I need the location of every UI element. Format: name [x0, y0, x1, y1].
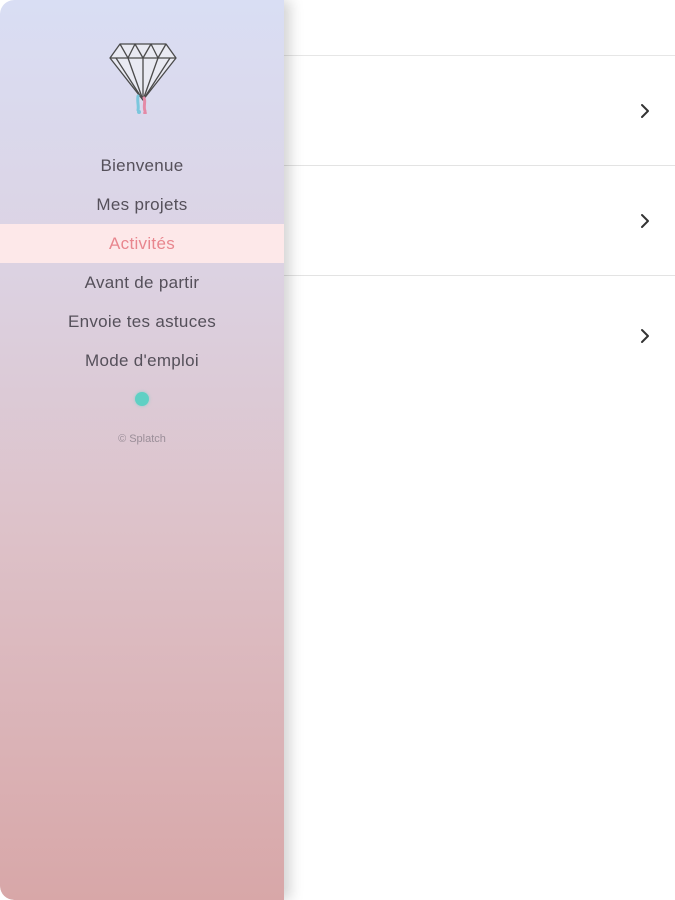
- status-dot-icon: [135, 392, 149, 406]
- menu-item-envoie-tes-astuces[interactable]: Envoie tes astuces: [0, 302, 284, 341]
- menu-item-mes-projets[interactable]: Mes projets: [0, 185, 284, 224]
- menu-item-avant-de-partir[interactable]: Avant de partir: [0, 263, 284, 302]
- menu-item-activites[interactable]: Activités: [0, 224, 284, 263]
- chevron-right-icon: [641, 329, 649, 343]
- diamond-logo: [109, 43, 177, 114]
- menu-item-bienvenue[interactable]: Bienvenue: [0, 146, 284, 185]
- drawer-menu: Bienvenue Mes projets Activités Avant de…: [0, 146, 284, 380]
- menu-item-mode-d-emploi[interactable]: Mode d'emploi: [0, 341, 284, 380]
- chevron-right-icon: [641, 103, 649, 118]
- app-window: Bienvenue Mes projets Activités Avant de…: [0, 0, 675, 900]
- copyright-text: © Splatch: [118, 433, 166, 445]
- navigation-drawer: Bienvenue Mes projets Activités Avant de…: [0, 0, 284, 900]
- chevron-right-icon: [641, 213, 649, 228]
